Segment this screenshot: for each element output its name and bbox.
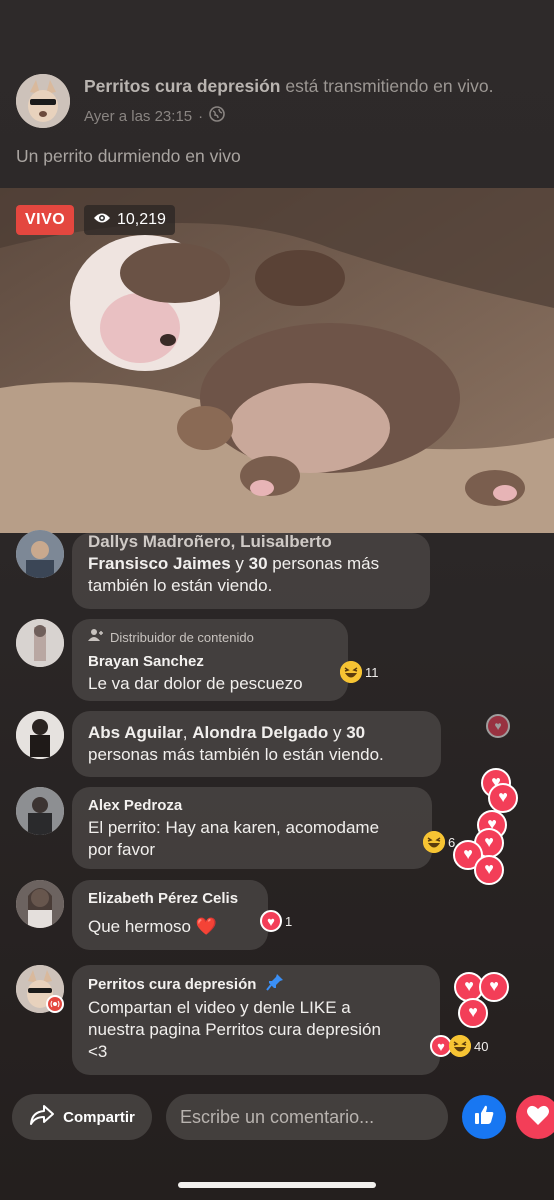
share-label: Compartir [63, 1108, 135, 1126]
live-indicator-icon [46, 995, 64, 1013]
reaction-count: 11 [365, 664, 379, 680]
viewer-count-badge: 10,219 [84, 205, 175, 235]
comment-bubble[interactable]: Distribuidor de contenido Brayan Sanchez… [72, 619, 348, 701]
page-name-link[interactable]: Perritos cura depresión [84, 76, 280, 96]
viewer-count-more: 30 [346, 723, 366, 742]
viewers-joined-bubble: Dallys Madroñero, Luisalberto Fransisco … [72, 533, 430, 609]
joined-text: personas más [267, 554, 380, 573]
joined-conjunction: y [328, 723, 347, 742]
commenter-name[interactable]: Elizabeth Pérez Celis [88, 888, 252, 910]
reaction-count: 40 [474, 1038, 489, 1054]
comment-text-line2: por favor [88, 840, 156, 859]
heart-emoji: ❤️ [195, 917, 217, 936]
love-button[interactable] [516, 1095, 554, 1139]
post-caption: Un perrito durmiendo en vivo [16, 146, 241, 166]
floating-heart-icon: ♥ [479, 972, 509, 1002]
thumbs-up-icon [472, 1103, 496, 1132]
live-status-line: Perritos cura depresión está transmitien… [84, 76, 494, 97]
love-reaction-icon: ♥ [260, 910, 282, 932]
comment-input[interactable] [166, 1094, 448, 1140]
live-video[interactable] [0, 188, 554, 533]
haha-emoji-icon [423, 831, 445, 853]
page-avatar[interactable] [16, 74, 70, 128]
joined-text: personas más también lo están viendo. [88, 745, 384, 764]
commenter-avatar[interactable] [16, 619, 64, 667]
home-indicator [178, 1182, 376, 1188]
joined-conjunction: y [230, 554, 249, 573]
comment-text: Que hermoso [88, 917, 196, 936]
commenter-avatar[interactable] [16, 880, 64, 928]
floating-heart-icon: ♥ [474, 855, 504, 885]
viewer-name[interactable]: Abs Aguilar [88, 723, 183, 742]
viewer-name[interactable]: Fransisco Jaimes [88, 554, 231, 573]
comment-text: Compartan el video y denle LIKE a [88, 998, 351, 1017]
commenter-name[interactable]: Alex Pedroza [88, 795, 416, 817]
haha-emoji-icon [449, 1035, 471, 1057]
floating-heart-icon: ♥ [458, 998, 488, 1028]
comment-text: Le va dar dolor de pescuezo [88, 674, 303, 693]
commenter-name[interactable]: Brayan Sanchez [88, 651, 332, 673]
haha-emoji-icon [340, 661, 362, 683]
pin-icon [266, 973, 284, 997]
viewer-name[interactable]: Alondra Delgado [192, 723, 328, 742]
viewer-count-more: 30 [248, 554, 268, 573]
commenter-avatar[interactable] [16, 530, 64, 578]
meta-separator: · [198, 107, 204, 125]
reaction-summary[interactable]: 11 [340, 661, 379, 683]
badge-label: Distribuidor de contenido [110, 630, 254, 645]
share-icon [29, 1104, 55, 1130]
live-status-text: está transmitiendo en vivo. [280, 76, 494, 96]
reaction-summary[interactable]: ♥ 40 [430, 1035, 488, 1057]
name-separator: , [182, 723, 193, 742]
comment-bubble[interactable]: Perritos cura depresión Compartan el vid… [72, 965, 440, 1075]
viewers-joined-bubble: Abs Aguilar, Alondra Delgado y 30 person… [72, 711, 441, 777]
user-badge-icon [88, 627, 104, 649]
comment-bubble[interactable]: Alex Pedroza El perrito: Hay ana karen, … [72, 787, 432, 869]
commenter-avatar[interactable] [16, 787, 64, 835]
joined-text-line2: también lo están viendo. [88, 576, 273, 595]
comment-text-line3: <3 [88, 1042, 108, 1061]
like-button[interactable] [462, 1095, 506, 1139]
viewer-count: 10,219 [117, 211, 166, 228]
commenter-name[interactable]: Perritos cura depresión [88, 974, 256, 996]
floating-heart-icon: ♥ [488, 783, 518, 813]
reaction-summary[interactable]: 6 [423, 831, 455, 853]
floating-heart-icon: ♥ [486, 714, 510, 738]
post-meta: Ayer a las 23:15 · [84, 106, 225, 126]
share-button[interactable]: Compartir [12, 1094, 152, 1140]
eye-icon [93, 211, 111, 229]
commenter-avatar[interactable] [16, 711, 64, 759]
reaction-summary[interactable]: ♥ 1 [260, 910, 292, 932]
post-timestamp[interactable]: Ayer a las 23:15 [84, 108, 192, 125]
joined-names: Dallys Madroñero, Luisalberto [88, 533, 332, 551]
content-distributor-badge: Distribuidor de contenido [88, 627, 332, 649]
globe-icon [209, 106, 225, 126]
heart-icon [526, 1104, 550, 1131]
live-badge: VIVO [16, 205, 75, 235]
reaction-count: 1 [285, 913, 293, 929]
comment-text-line2: nuestra pagina Perritos cura depresión [88, 1020, 381, 1039]
comment-bubble[interactable]: Elizabeth Pérez Celis Que hermoso ❤️ [72, 880, 268, 950]
comment-text: El perrito: Hay ana karen, acomodame [88, 818, 380, 837]
